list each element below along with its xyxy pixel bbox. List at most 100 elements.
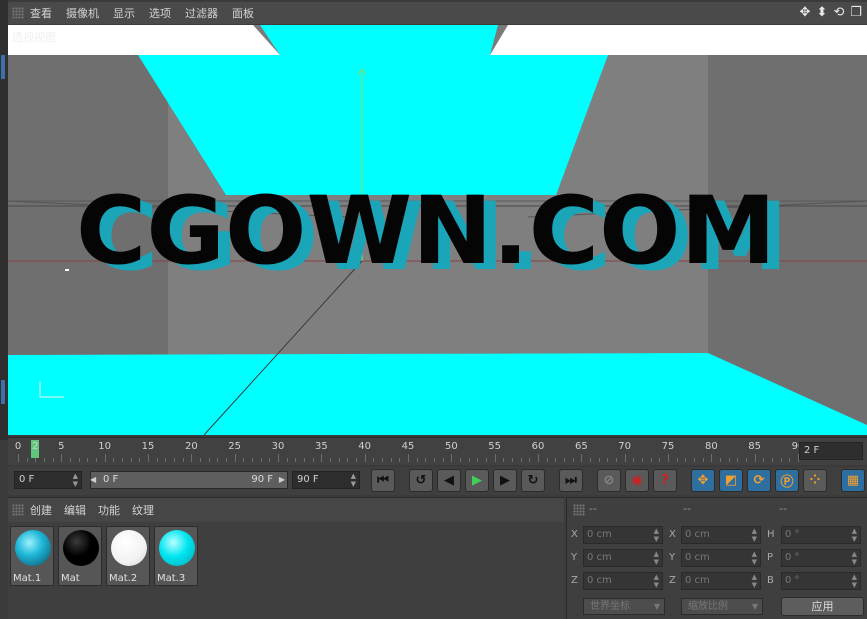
rot-b-field[interactable]: 0 ° ▲ ▼	[781, 572, 861, 590]
timeline-tick	[694, 458, 695, 462]
rot-p-field[interactable]: 0 ° ▲ ▼	[781, 549, 861, 567]
go-to-end-button[interactable]: ⏭	[559, 469, 583, 492]
menu-options[interactable]: 选项	[149, 5, 171, 21]
material-swatch[interactable]: Mat.3	[154, 526, 198, 586]
film-button[interactable]: ▦	[841, 469, 865, 492]
spinner-icon[interactable]: ▲ ▼	[752, 550, 757, 566]
menu-view[interactable]: 查看	[30, 5, 52, 21]
start-frame-field[interactable]: 0 F ▲ ▼	[14, 471, 82, 489]
timeline-tick	[156, 458, 158, 462]
range-left-arrow-icon[interactable]: ◀	[90, 472, 96, 488]
timeline-tick	[61, 454, 63, 462]
apply-button[interactable]: 应用	[781, 597, 864, 616]
rotate-view-icon[interactable]: ⟲	[832, 5, 846, 20]
parameter-key-button[interactable]: Ⓟ	[775, 469, 799, 492]
range-right-arrow-icon[interactable]: ▶	[279, 472, 285, 488]
palette-marker	[1, 55, 5, 79]
size-y-field[interactable]: 0 cm ▲ ▼	[681, 549, 761, 567]
preview-range-slider[interactable]: ◀ 0 F 90 F ▶	[90, 471, 288, 489]
grip-icon[interactable]	[12, 7, 24, 19]
material-list: Mat.1 Mat Mat.2 Mat.3	[8, 522, 564, 586]
timeline-scale[interactable]: 0 2 5 10 15 20 25 30 35 40 45 50 55 60 65 70 75 80 85 90	[15, 438, 804, 466]
menu-camera[interactable]: 摄像机	[66, 5, 99, 21]
coordinate-system-select[interactable]: 世界坐标 ▼	[583, 598, 665, 615]
spinner-icon[interactable]: ▲ ▼	[654, 527, 659, 543]
rotation-key-button[interactable]: ⟳	[747, 469, 771, 492]
pos-y-field[interactable]: 0 cm ▲ ▼	[583, 549, 663, 567]
go-to-start-button[interactable]: ⏮	[371, 469, 395, 492]
pos-z-field[interactable]: 0 cm ▲ ▼	[583, 572, 663, 590]
menu-create[interactable]: 创建	[30, 502, 52, 518]
previous-key-button[interactable]: ↺	[409, 469, 433, 492]
timeline-tick-label: 2	[32, 441, 39, 452]
spinner-icon[interactable]: ▲ ▼	[654, 550, 659, 566]
pos-z-label: Z	[571, 575, 578, 586]
point-level-key-button[interactable]: ⁘	[803, 469, 827, 492]
timeline-tick-label: 35	[314, 441, 328, 452]
perspective-viewport[interactable]: CGOWN.COM CGOWN.COM 透视视图	[8, 25, 867, 435]
menu-filter[interactable]: 过滤器	[185, 5, 218, 21]
timeline-tick	[113, 458, 115, 462]
play-button[interactable]: ▶	[465, 469, 489, 492]
timeline-ruler[interactable]: 0 2 5 10 15 20 25 30 35 40 45 50 55 60 65 70 75 80 85 90 2 …	[8, 437, 867, 465]
menu-texture[interactable]: 纹理	[132, 502, 154, 518]
next-key-icon: ↻	[527, 473, 539, 488]
pos-x-field[interactable]: 0 cm ▲ ▼	[583, 526, 663, 544]
spinner-icon[interactable]: ▲ ▼	[852, 573, 857, 589]
rot-h-field[interactable]: 0 ° ▲ ▼	[781, 526, 861, 544]
scene-text: CGOWN.COM	[76, 177, 776, 286]
keyframe-selection-button[interactable]: ?	[653, 469, 677, 492]
timeline-tick	[18, 454, 19, 462]
timeline-tick	[538, 454, 539, 462]
size-y-label: Y	[669, 552, 676, 563]
menu-panel[interactable]: 面板	[232, 5, 254, 21]
dolly-view-icon[interactable]: ⬍	[815, 5, 829, 20]
timeline-tick	[356, 458, 357, 462]
timeline-tick	[96, 458, 97, 462]
timeline-tick	[468, 458, 470, 462]
timeline-tick	[182, 458, 184, 462]
viewport-label: 透视视图	[12, 31, 56, 44]
timeline-tick-label: 55	[488, 441, 502, 452]
current-frame-field[interactable]: 2 F	[799, 442, 863, 460]
size-z-field[interactable]: 0 cm ▲ ▼	[681, 572, 761, 590]
spinner-icon[interactable]: ▲ ▼	[852, 550, 857, 566]
timeline-tick	[728, 458, 730, 462]
menu-function[interactable]: 功能	[98, 502, 120, 518]
next-key-button[interactable]: ↻	[521, 469, 545, 492]
material-swatch[interactable]: Mat.1	[10, 526, 54, 586]
record-keys-button[interactable]: ⊘	[597, 469, 621, 492]
material-name: Mat	[61, 573, 80, 584]
move-view-icon[interactable]: ✥	[798, 5, 812, 20]
spinner-icon[interactable]: ▲ ▼	[752, 573, 757, 589]
maximize-view-icon[interactable]: ❐	[849, 5, 863, 20]
next-frame-button[interactable]: ▶	[493, 469, 517, 492]
timeline-tick	[624, 454, 626, 462]
position-key-button[interactable]: ✥	[691, 469, 715, 492]
grip-icon[interactable]	[573, 504, 585, 516]
timeline-tick	[425, 458, 427, 462]
spinner-icon[interactable]: ▲ ▼	[752, 527, 757, 543]
spinner-icon[interactable]: ▲ ▼	[852, 527, 857, 543]
scale-key-button[interactable]: ◩	[719, 469, 743, 492]
menu-display[interactable]: 显示	[113, 5, 135, 21]
size-x-field[interactable]: 0 cm ▲ ▼	[681, 526, 761, 544]
spinner-icon[interactable]: ▲ ▼	[351, 472, 356, 488]
timeline-tick	[564, 458, 565, 462]
menu-edit[interactable]: 编辑	[64, 502, 86, 518]
material-swatch[interactable]: Mat.2	[106, 526, 150, 586]
spinner-icon[interactable]: ▲ ▼	[654, 573, 659, 589]
end-frame-field[interactable]: 90 F ▲ ▼	[292, 471, 360, 489]
previous-frame-icon: ◀	[444, 473, 454, 488]
timeline-tick	[780, 458, 782, 462]
spinner-icon[interactable]: ▲ ▼	[73, 472, 78, 488]
material-swatch[interactable]: Mat	[58, 526, 102, 586]
timeline-tick-label: 60	[531, 441, 545, 452]
material-preview-sphere	[63, 530, 99, 566]
previous-frame-button[interactable]: ◀	[437, 469, 461, 492]
autokey-button[interactable]: ◉	[625, 469, 649, 492]
grip-icon[interactable]	[12, 504, 24, 516]
size-mode-select[interactable]: 缩放比例 ▼	[681, 598, 763, 615]
timeline-tick	[529, 458, 531, 462]
timeline-tick	[685, 458, 687, 462]
